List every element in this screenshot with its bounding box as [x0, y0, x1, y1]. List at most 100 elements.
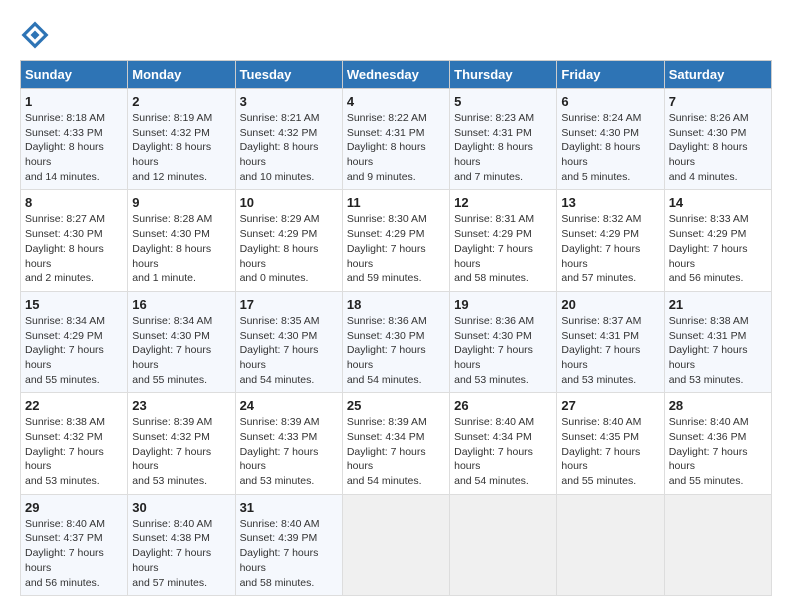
- day-number: 25: [347, 398, 445, 413]
- calendar-cell: 9 Sunrise: 8:28 AM Sunset: 4:30 PM Dayli…: [128, 190, 235, 291]
- day-info: Sunrise: 8:39 AM Sunset: 4:32 PM Dayligh…: [132, 415, 230, 488]
- daylight-label: Daylight: 7 hours hours: [454, 243, 533, 270]
- weekday-header-wednesday: Wednesday: [342, 61, 449, 89]
- logo: [20, 20, 54, 50]
- calendar-cell: 19 Sunrise: 8:36 AM Sunset: 4:30 PM Dayl…: [450, 291, 557, 392]
- daylight-label: Daylight: 8 hours hours: [25, 141, 104, 168]
- calendar-cell: 6 Sunrise: 8:24 AM Sunset: 4:30 PM Dayli…: [557, 89, 664, 190]
- sunset-label: Sunset: 4:29 PM: [25, 330, 103, 342]
- day-info: Sunrise: 8:40 AM Sunset: 4:38 PM Dayligh…: [132, 517, 230, 590]
- sunset-label: Sunset: 4:30 PM: [132, 228, 210, 240]
- daylight-label: Daylight: 7 hours hours: [240, 446, 319, 473]
- sunrise-label: Sunrise: 8:39 AM: [347, 416, 427, 428]
- day-info: Sunrise: 8:29 AM Sunset: 4:29 PM Dayligh…: [240, 212, 338, 285]
- sunrise-label: Sunrise: 8:33 AM: [669, 213, 749, 225]
- sunset-label: Sunset: 4:32 PM: [132, 127, 210, 139]
- day-number: 8: [25, 195, 123, 210]
- daylight-label: Daylight: 7 hours hours: [561, 243, 640, 270]
- day-info: Sunrise: 8:37 AM Sunset: 4:31 PM Dayligh…: [561, 314, 659, 387]
- calendar-cell: 8 Sunrise: 8:27 AM Sunset: 4:30 PM Dayli…: [21, 190, 128, 291]
- daylight-value: and 56 minutes.: [669, 272, 744, 284]
- day-info: Sunrise: 8:19 AM Sunset: 4:32 PM Dayligh…: [132, 111, 230, 184]
- day-number: 16: [132, 297, 230, 312]
- daylight-value: and 1 minute.: [132, 272, 196, 284]
- daylight-label: Daylight: 7 hours hours: [240, 547, 319, 574]
- day-info: Sunrise: 8:33 AM Sunset: 4:29 PM Dayligh…: [669, 212, 767, 285]
- daylight-value: and 0 minutes.: [240, 272, 309, 284]
- calendar-cell: 5 Sunrise: 8:23 AM Sunset: 4:31 PM Dayli…: [450, 89, 557, 190]
- day-number: 7: [669, 94, 767, 109]
- calendar-week-4: 22 Sunrise: 8:38 AM Sunset: 4:32 PM Dayl…: [21, 393, 772, 494]
- day-info: Sunrise: 8:26 AM Sunset: 4:30 PM Dayligh…: [669, 111, 767, 184]
- day-number: 3: [240, 94, 338, 109]
- calendar-week-3: 15 Sunrise: 8:34 AM Sunset: 4:29 PM Dayl…: [21, 291, 772, 392]
- sunset-label: Sunset: 4:32 PM: [25, 431, 103, 443]
- daylight-value: and 53 minutes.: [561, 374, 636, 386]
- day-number: 30: [132, 500, 230, 515]
- weekday-header-sunday: Sunday: [21, 61, 128, 89]
- calendar-cell: 28 Sunrise: 8:40 AM Sunset: 4:36 PM Dayl…: [664, 393, 771, 494]
- day-number: 27: [561, 398, 659, 413]
- calendar-cell: 12 Sunrise: 8:31 AM Sunset: 4:29 PM Dayl…: [450, 190, 557, 291]
- sunrise-label: Sunrise: 8:35 AM: [240, 315, 320, 327]
- day-info: Sunrise: 8:35 AM Sunset: 4:30 PM Dayligh…: [240, 314, 338, 387]
- weekday-header-monday: Monday: [128, 61, 235, 89]
- day-number: 31: [240, 500, 338, 515]
- daylight-label: Daylight: 7 hours hours: [347, 344, 426, 371]
- sunrise-label: Sunrise: 8:31 AM: [454, 213, 534, 225]
- day-number: 23: [132, 398, 230, 413]
- daylight-label: Daylight: 7 hours hours: [25, 446, 104, 473]
- calendar-cell: 2 Sunrise: 8:19 AM Sunset: 4:32 PM Dayli…: [128, 89, 235, 190]
- daylight-label: Daylight: 8 hours hours: [240, 243, 319, 270]
- daylight-value: and 58 minutes.: [240, 577, 315, 589]
- day-number: 19: [454, 297, 552, 312]
- daylight-label: Daylight: 7 hours hours: [669, 243, 748, 270]
- daylight-value: and 55 minutes.: [561, 475, 636, 487]
- daylight-label: Daylight: 8 hours hours: [132, 141, 211, 168]
- day-number: 9: [132, 195, 230, 210]
- day-info: Sunrise: 8:38 AM Sunset: 4:31 PM Dayligh…: [669, 314, 767, 387]
- day-number: 20: [561, 297, 659, 312]
- page-header: [20, 20, 772, 50]
- sunset-label: Sunset: 4:29 PM: [561, 228, 639, 240]
- daylight-label: Daylight: 8 hours hours: [454, 141, 533, 168]
- calendar-cell: 24 Sunrise: 8:39 AM Sunset: 4:33 PM Dayl…: [235, 393, 342, 494]
- sunrise-label: Sunrise: 8:32 AM: [561, 213, 641, 225]
- sunset-label: Sunset: 4:30 PM: [347, 330, 425, 342]
- sunrise-label: Sunrise: 8:27 AM: [25, 213, 105, 225]
- calendar-cell: 15 Sunrise: 8:34 AM Sunset: 4:29 PM Dayl…: [21, 291, 128, 392]
- daylight-value: and 9 minutes.: [347, 171, 416, 183]
- logo-icon: [20, 20, 50, 50]
- calendar-cell: 21 Sunrise: 8:38 AM Sunset: 4:31 PM Dayl…: [664, 291, 771, 392]
- calendar-cell: 7 Sunrise: 8:26 AM Sunset: 4:30 PM Dayli…: [664, 89, 771, 190]
- calendar-cell: 17 Sunrise: 8:35 AM Sunset: 4:30 PM Dayl…: [235, 291, 342, 392]
- sunrise-label: Sunrise: 8:36 AM: [347, 315, 427, 327]
- daylight-value: and 53 minutes.: [132, 475, 207, 487]
- calendar-table: SundayMondayTuesdayWednesdayThursdayFrid…: [20, 60, 772, 596]
- day-info: Sunrise: 8:40 AM Sunset: 4:34 PM Dayligh…: [454, 415, 552, 488]
- day-info: Sunrise: 8:30 AM Sunset: 4:29 PM Dayligh…: [347, 212, 445, 285]
- day-number: 10: [240, 195, 338, 210]
- sunset-label: Sunset: 4:29 PM: [347, 228, 425, 240]
- sunset-label: Sunset: 4:30 PM: [669, 127, 747, 139]
- day-number: 14: [669, 195, 767, 210]
- day-info: Sunrise: 8:22 AM Sunset: 4:31 PM Dayligh…: [347, 111, 445, 184]
- sunset-label: Sunset: 4:35 PM: [561, 431, 639, 443]
- sunrise-label: Sunrise: 8:40 AM: [25, 518, 105, 530]
- day-info: Sunrise: 8:34 AM Sunset: 4:29 PM Dayligh…: [25, 314, 123, 387]
- calendar-cell: [557, 494, 664, 595]
- daylight-label: Daylight: 8 hours hours: [561, 141, 640, 168]
- sunrise-label: Sunrise: 8:40 AM: [240, 518, 320, 530]
- calendar-cell: [664, 494, 771, 595]
- calendar-cell: 10 Sunrise: 8:29 AM Sunset: 4:29 PM Dayl…: [235, 190, 342, 291]
- daylight-value: and 53 minutes.: [669, 374, 744, 386]
- day-number: 1: [25, 94, 123, 109]
- calendar-cell: 13 Sunrise: 8:32 AM Sunset: 4:29 PM Dayl…: [557, 190, 664, 291]
- sunset-label: Sunset: 4:29 PM: [454, 228, 532, 240]
- sunrise-label: Sunrise: 8:29 AM: [240, 213, 320, 225]
- daylight-label: Daylight: 7 hours hours: [347, 243, 426, 270]
- sunrise-label: Sunrise: 8:24 AM: [561, 112, 641, 124]
- sunrise-label: Sunrise: 8:18 AM: [25, 112, 105, 124]
- sunset-label: Sunset: 4:32 PM: [240, 127, 318, 139]
- calendar-header: SundayMondayTuesdayWednesdayThursdayFrid…: [21, 61, 772, 89]
